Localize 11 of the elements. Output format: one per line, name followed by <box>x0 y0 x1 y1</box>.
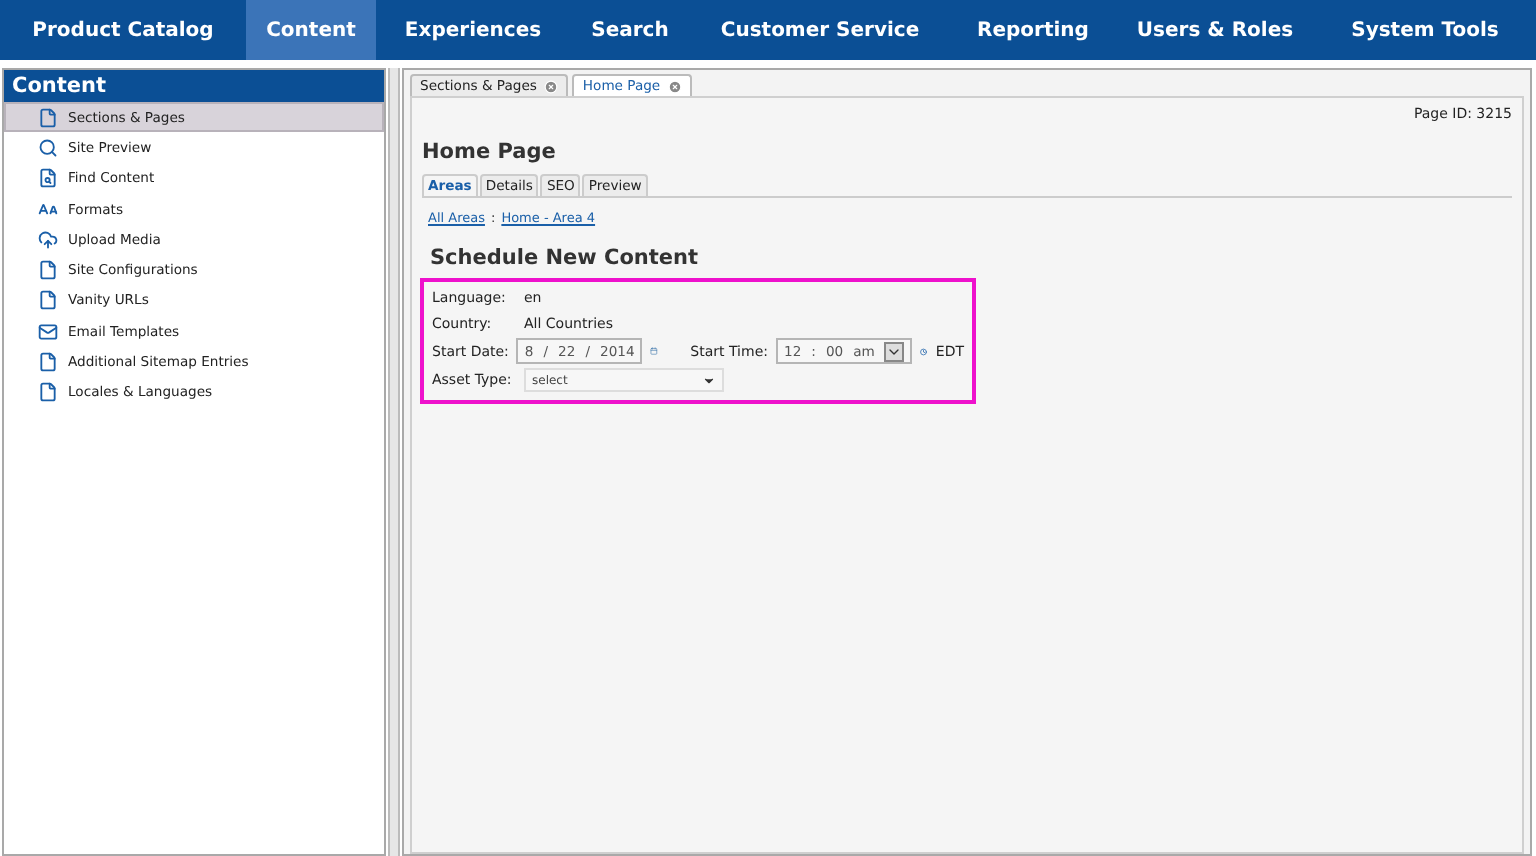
nav-tab[interactable]: Customer Service <box>690 0 950 60</box>
sidebar-title: Content <box>4 70 384 102</box>
nav-tab[interactable]: Experiences <box>376 0 570 60</box>
nav-tab[interactable]: System Tools <box>1314 0 1536 60</box>
nav-tab[interactable]: Reporting <box>950 0 1116 60</box>
nav-tab[interactable]: Search <box>570 0 690 60</box>
page-title: Home Page <box>422 140 558 164</box>
nav-tab[interactable]: Users & Roles <box>1116 0 1314 60</box>
nav-tab[interactable]: Product Catalog <box>0 0 246 60</box>
nav-tab[interactable]: Content <box>246 0 376 60</box>
section-heading: Schedule New Content <box>430 246 701 270</box>
